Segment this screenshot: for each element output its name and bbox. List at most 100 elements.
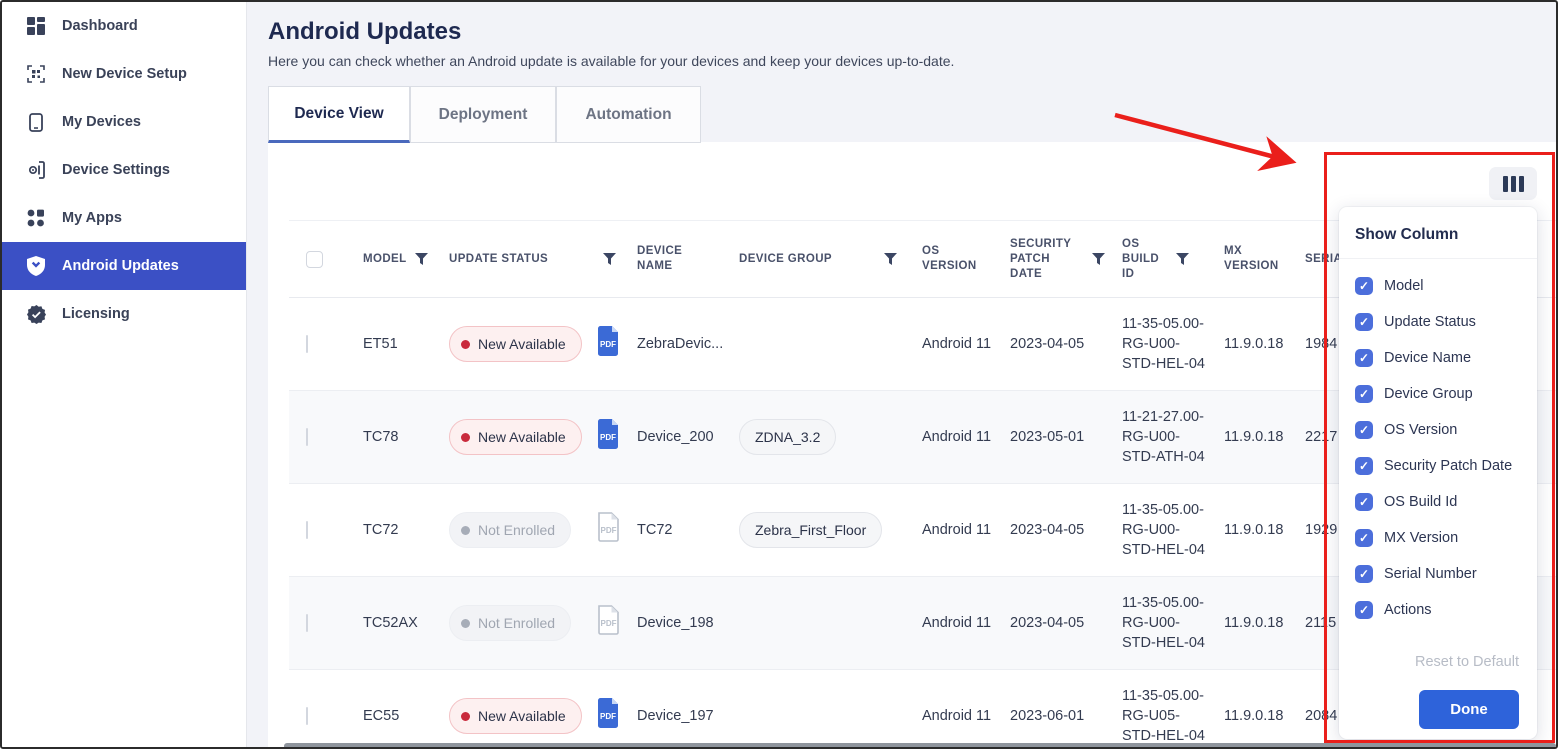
filter-icon[interactable] bbox=[603, 253, 616, 265]
column-option-os-build-id[interactable]: ✓OS Build Id bbox=[1355, 484, 1521, 520]
column-header-os-build-id[interactable]: OS BUILD ID bbox=[1107, 237, 1207, 282]
select-all-checkbox[interactable] bbox=[306, 251, 323, 268]
done-button[interactable]: Done bbox=[1419, 690, 1519, 729]
sidebar-item-my-devices[interactable]: My Devices bbox=[2, 98, 246, 146]
security-patch-date-cell: 2023-05-01 bbox=[1002, 427, 1107, 447]
pdf-report-icon[interactable]: PDF bbox=[595, 326, 621, 356]
status-badge: New Available bbox=[449, 419, 582, 455]
column-option-list: ✓Model ✓Update Status ✓Device Name ✓Devi… bbox=[1339, 259, 1537, 628]
mx-version-cell: 11.9.0.18 bbox=[1207, 520, 1297, 540]
pdf-report-icon[interactable]: PDF bbox=[595, 419, 621, 449]
column-header-security-patch-date[interactable]: SECURITY PATCH DATE bbox=[1002, 237, 1107, 282]
checkbox-checked-icon[interactable]: ✓ bbox=[1355, 457, 1373, 475]
row-checkbox[interactable] bbox=[306, 335, 308, 353]
device-name-cell[interactable]: Device_200 bbox=[635, 427, 739, 447]
column-header-update-status-filter bbox=[583, 253, 635, 265]
column-option-actions[interactable]: ✓Actions bbox=[1355, 592, 1521, 628]
column-option-device-name[interactable]: ✓Device Name bbox=[1355, 340, 1521, 376]
tab-deployment[interactable]: Deployment bbox=[410, 86, 556, 143]
device-name-cell[interactable]: Device_197 bbox=[635, 706, 739, 726]
column-chooser-button[interactable] bbox=[1489, 167, 1537, 200]
row-checkbox[interactable] bbox=[306, 614, 308, 632]
app-window: Dashboard New Device Setup My Devices De… bbox=[0, 0, 1558, 749]
column-option-device-group[interactable]: ✓Device Group bbox=[1355, 376, 1521, 412]
filter-icon[interactable] bbox=[1176, 253, 1189, 265]
checkbox-checked-icon[interactable]: ✓ bbox=[1355, 529, 1373, 547]
mx-version-cell: 11.9.0.18 bbox=[1207, 706, 1297, 726]
model-cell: TC72 bbox=[343, 520, 443, 540]
os-build-id-cell: 11-21-27.00-RG-U00-STD-ATH-04 bbox=[1107, 407, 1207, 467]
model-cell: TC78 bbox=[343, 427, 443, 447]
tab-automation[interactable]: Automation bbox=[556, 86, 701, 143]
column-option-mx-version[interactable]: ✓MX Version bbox=[1355, 520, 1521, 556]
checkbox-checked-icon[interactable]: ✓ bbox=[1355, 565, 1373, 583]
os-version-cell: Android 11 bbox=[909, 427, 1002, 447]
filter-icon[interactable] bbox=[884, 253, 897, 265]
status-badge: Not Enrolled bbox=[449, 605, 571, 641]
device-group-cell: ZDNA_3.2 bbox=[739, 419, 909, 455]
reset-to-default-link[interactable]: Reset to Default bbox=[1339, 654, 1537, 670]
sidebar-item-my-apps[interactable]: My Apps bbox=[2, 194, 246, 242]
device-name-cell[interactable]: ZebraDevic... bbox=[635, 334, 739, 354]
checkbox-checked-icon[interactable]: ✓ bbox=[1355, 601, 1373, 619]
row-checkbox[interactable] bbox=[306, 521, 308, 539]
checkbox-checked-icon[interactable]: ✓ bbox=[1355, 313, 1373, 331]
model-cell: ET51 bbox=[343, 334, 443, 354]
sidebar: Dashboard New Device Setup My Devices De… bbox=[2, 2, 247, 747]
horizontal-scrollbar[interactable] bbox=[284, 743, 1556, 749]
license-badge-icon bbox=[26, 304, 46, 324]
svg-text:PDF: PDF bbox=[600, 712, 616, 721]
column-header-model[interactable]: MODEL bbox=[343, 252, 443, 267]
filter-icon[interactable] bbox=[415, 253, 428, 265]
tab-device-view[interactable]: Device View bbox=[268, 86, 410, 143]
column-option-update-status[interactable]: ✓Update Status bbox=[1355, 304, 1521, 340]
os-version-cell: Android 11 bbox=[909, 613, 1002, 633]
os-build-id-cell: 11-35-05.00-RG-U00-STD-HEL-04 bbox=[1107, 314, 1207, 374]
column-header-os-version[interactable]: OS VERSION bbox=[909, 244, 1002, 274]
sidebar-item-label: My Devices bbox=[62, 114, 141, 130]
sidebar-item-label: Android Updates bbox=[62, 258, 179, 274]
sidebar-item-device-settings[interactable]: Device Settings bbox=[2, 146, 246, 194]
apps-icon bbox=[26, 208, 46, 228]
row-checkbox[interactable] bbox=[306, 707, 308, 725]
status-badge: New Available bbox=[449, 698, 582, 734]
row-checkbox[interactable] bbox=[306, 428, 308, 446]
checkbox-checked-icon[interactable]: ✓ bbox=[1355, 277, 1373, 295]
column-option-model[interactable]: ✓Model bbox=[1355, 268, 1521, 304]
filter-icon[interactable] bbox=[1092, 253, 1105, 265]
column-header-mx-version[interactable]: MX VERSION bbox=[1207, 244, 1297, 274]
security-patch-date-cell: 2023-04-05 bbox=[1002, 520, 1107, 540]
sidebar-item-licensing[interactable]: Licensing bbox=[2, 290, 246, 338]
mx-version-cell: 11.9.0.18 bbox=[1207, 334, 1297, 354]
checkbox-checked-icon[interactable]: ✓ bbox=[1355, 421, 1373, 439]
column-header-device-group[interactable]: DEVICE GROUP bbox=[739, 252, 909, 267]
sidebar-item-new-device-setup[interactable]: New Device Setup bbox=[2, 50, 246, 98]
column-option-serial-number[interactable]: ✓Serial Number bbox=[1355, 556, 1521, 592]
phone-icon bbox=[26, 112, 46, 132]
pdf-report-icon[interactable]: PDF bbox=[595, 698, 621, 728]
security-patch-date-cell: 2023-06-01 bbox=[1002, 706, 1107, 726]
checkbox-checked-icon[interactable]: ✓ bbox=[1355, 493, 1373, 511]
svg-text:PDF: PDF bbox=[601, 526, 617, 535]
os-version-cell: Android 11 bbox=[909, 520, 1002, 540]
column-option-security-patch-date[interactable]: ✓Security Patch Date bbox=[1355, 448, 1521, 484]
model-cell: EC55 bbox=[343, 706, 443, 726]
checkbox-checked-icon[interactable]: ✓ bbox=[1355, 385, 1373, 403]
column-header-update-status[interactable]: UPDATE STATUS bbox=[443, 252, 583, 267]
column-option-os-version[interactable]: ✓OS Version bbox=[1355, 412, 1521, 448]
device-name-cell[interactable]: TC72 bbox=[635, 520, 739, 540]
pdf-report-icon-disabled: PDF bbox=[595, 605, 621, 635]
pdf-report-icon-disabled: PDF bbox=[595, 512, 621, 542]
device-group-chip: Zebra_First_Floor bbox=[739, 512, 882, 548]
status-badge: Not Enrolled bbox=[449, 512, 571, 548]
security-patch-date-cell: 2023-04-05 bbox=[1002, 334, 1107, 354]
checkbox-checked-icon[interactable]: ✓ bbox=[1355, 349, 1373, 367]
sidebar-item-dashboard[interactable]: Dashboard bbox=[2, 2, 246, 50]
status-dot-icon bbox=[461, 712, 470, 721]
security-patch-date-cell: 2023-04-05 bbox=[1002, 613, 1107, 633]
os-version-cell: Android 11 bbox=[909, 334, 1002, 354]
status-dot-icon bbox=[461, 526, 470, 535]
column-header-device-name[interactable]: DEVICE NAME bbox=[635, 244, 739, 274]
sidebar-item-android-updates[interactable]: Android Updates bbox=[2, 242, 246, 290]
device-name-cell[interactable]: Device_198 bbox=[635, 613, 739, 633]
